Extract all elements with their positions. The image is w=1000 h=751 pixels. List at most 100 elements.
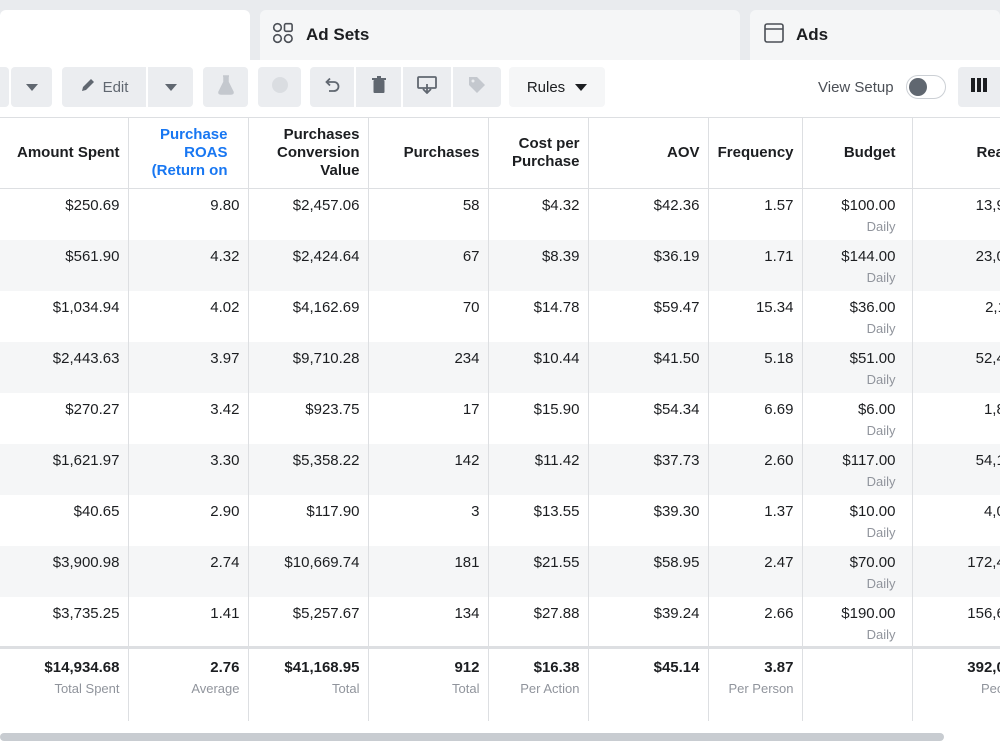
cell-roas: 4.02 (128, 291, 248, 342)
tab-ads[interactable]: Ads (750, 10, 1000, 60)
lock-button[interactable] (258, 67, 301, 107)
cell-frequency: 2.47 (708, 546, 802, 597)
cell-conv-value: $5,358.22 (248, 444, 368, 495)
cell-value: 23,054 (976, 248, 1000, 265)
cell-value: 9.80 (210, 197, 239, 214)
cell-value: 4.02 (210, 299, 239, 316)
cell-value: $100.00 (841, 197, 895, 214)
budget-type: Daily (809, 372, 896, 387)
dropdown-button[interactable] (11, 67, 52, 107)
cell-value: 3 (471, 503, 479, 520)
cell-value: 4.32 (210, 248, 239, 265)
column-header-frequency[interactable]: Frequency (708, 118, 802, 189)
cell-value: 142 (454, 452, 479, 469)
cell-purchases: 134 (368, 597, 488, 648)
column-header-amount-spent[interactable]: Amount Spent (0, 118, 128, 189)
cell-aov: $39.24 (588, 597, 708, 648)
budget-type: Daily (809, 321, 896, 336)
cell-value: $5,358.22 (293, 452, 360, 469)
cell-roas: 9.80 (128, 189, 248, 240)
cell-value: 52,435 (976, 350, 1000, 367)
cell-cost-per: $4.32 (488, 189, 588, 240)
table-row[interactable]: $250.699.80$2,457.0658$4.32$42.361.57$10… (0, 189, 1000, 240)
column-header-cost-per-purchase[interactable]: Cost per Purchase (488, 118, 588, 189)
column-header-conversion-value[interactable]: Purchases Conversion Value (248, 118, 368, 189)
cell-reach: 54,141 (912, 444, 1000, 495)
cell-purchases: 70 (368, 291, 488, 342)
table-row[interactable]: $3,735.251.41$5,257.67134$27.88$39.242.6… (0, 597, 1000, 648)
toolbar-left-button[interactable] (0, 67, 9, 107)
total-label: People (919, 681, 1000, 696)
cell-value: 3.42 (210, 401, 239, 418)
cell-frequency: 5.18 (708, 342, 802, 393)
cell-value: $39.30 (654, 503, 700, 520)
column-header-purchase-roas[interactable]: Purchase ROAS (Return on (128, 118, 248, 189)
tab-campaigns[interactable] (0, 10, 250, 60)
column-header-budget[interactable]: Budget (802, 118, 912, 189)
total-roas: 2.76Average (128, 648, 248, 721)
edit-button[interactable]: Edit (62, 67, 146, 107)
budget-type: Daily (809, 270, 896, 285)
table-row[interactable]: $270.273.42$923.7517$15.90$54.346.69$6.0… (0, 393, 1000, 444)
cell-value: 1.41 (210, 605, 239, 622)
cell-value: $2,457.06 (293, 197, 360, 214)
cell-value: 1.71 (764, 248, 793, 265)
edit-dropdown-button[interactable] (148, 67, 193, 107)
horizontal-scrollbar[interactable] (0, 733, 944, 741)
budget-type: Daily (809, 423, 896, 438)
cell-conv-value: $10,669.74 (248, 546, 368, 597)
delete-button[interactable] (356, 67, 401, 107)
table-row[interactable]: $2,443.633.97$9,710.28234$10.44$41.505.1… (0, 342, 1000, 393)
cell-reach: 172,421 (912, 546, 1000, 597)
cell-frequency: 6.69 (708, 393, 802, 444)
columns-icon (971, 78, 987, 97)
cell-cost-per: $11.42 (488, 444, 588, 495)
table-row[interactable]: $1,621.973.30$5,358.22142$11.42$37.732.6… (0, 444, 1000, 495)
budget-type: Daily (809, 474, 896, 489)
cell-aov: $54.34 (588, 393, 708, 444)
tag-button[interactable] (453, 67, 501, 107)
cell-value: 1.57 (764, 197, 793, 214)
table-row[interactable]: $1,034.944.02$4,162.6970$14.78$59.4715.3… (0, 291, 1000, 342)
total-value: $16.38 (534, 659, 580, 676)
table-row[interactable]: $561.904.32$2,424.6467$8.39$36.191.71$14… (0, 240, 1000, 291)
total-amount-spent: $14,934.68 Total Spent (0, 648, 128, 721)
budget-type: Daily (809, 219, 896, 234)
test-button[interactable] (203, 67, 248, 107)
total-conv-value: $41,168.95Total (248, 648, 368, 721)
cell-budget: $100.00 Daily (802, 189, 912, 240)
cell-reach: 4,071 (912, 495, 1000, 546)
preview-button[interactable] (403, 67, 451, 107)
cell-frequency: 1.57 (708, 189, 802, 240)
cell-value: $144.00 (841, 248, 895, 265)
columns-button[interactable] (958, 67, 1000, 107)
cell-amount-spent: $3,900.98 (0, 546, 128, 597)
column-header-reach[interactable]: Reach (912, 118, 1000, 189)
view-setup-toggle[interactable] (906, 75, 946, 99)
total-value: $14,934.68 (44, 659, 119, 676)
table-row[interactable]: $40.652.90$117.903$13.55$39.301.37$10.00… (0, 495, 1000, 546)
pencil-icon (80, 77, 96, 97)
cell-cost-per: $10.44 (488, 342, 588, 393)
tab-ad-sets[interactable]: Ad Sets (260, 10, 740, 60)
cell-aov: $58.95 (588, 546, 708, 597)
column-header-purchases[interactable]: Purchases (368, 118, 488, 189)
cell-aov: $42.36 (588, 189, 708, 240)
undo-icon (323, 76, 341, 98)
cell-value: $54.34 (654, 401, 700, 418)
cell-value: $4.32 (542, 197, 580, 214)
cell-aov: $37.73 (588, 444, 708, 495)
table-row[interactable]: $3,900.982.74$10,669.74181$21.55$58.952.… (0, 546, 1000, 597)
column-header-aov[interactable]: AOV (588, 118, 708, 189)
cell-value: $13.55 (534, 503, 580, 520)
ads-icon (764, 22, 784, 49)
total-value: 912 (454, 659, 479, 676)
rules-button[interactable]: Rules (509, 67, 605, 107)
cell-value: $6.00 (858, 401, 896, 418)
cell-value: $8.39 (542, 248, 580, 265)
cell-frequency: 2.66 (708, 597, 802, 648)
undo-button[interactable] (310, 67, 354, 107)
total-label: Total Spent (6, 681, 120, 696)
cell-frequency: 1.71 (708, 240, 802, 291)
data-table: Amount Spent Purchase ROAS (Return on Pu… (0, 117, 1000, 751)
